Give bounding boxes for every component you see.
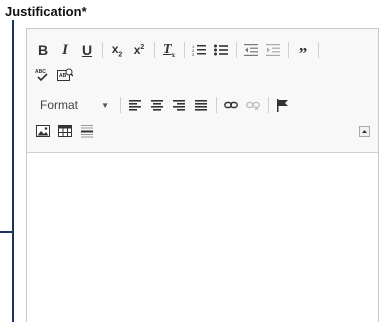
format-dropdown[interactable]: Format ▼ [33, 95, 113, 115]
bold-button[interactable]: B [33, 40, 53, 60]
numbered-list-button[interactable]: 1 2 3 [189, 40, 209, 60]
toolbar-row-format: Format ▼ [33, 95, 295, 115]
toolbar-separator [268, 97, 269, 113]
remove-format-button[interactable]: Tx [159, 40, 179, 60]
align-justify-icon [195, 99, 207, 111]
subscript-icon: x2 [111, 41, 123, 59]
rich-text-editor: B I U x2 x2 Tx 1 2 3 ” ABC AB Format ▼ [26, 28, 379, 322]
horizontal-rule-icon [81, 124, 93, 137]
link-icon [224, 101, 238, 109]
underline-icon: U [81, 42, 93, 58]
svg-text:ABC: ABC [35, 69, 46, 75]
editor-toolbar: B I U x2 x2 Tx 1 2 3 ” ABC AB Format ▼ [27, 29, 378, 153]
subscript-button[interactable]: x2 [107, 40, 127, 60]
unlink-button[interactable] [243, 95, 263, 115]
align-left-icon [129, 99, 141, 111]
superscript-button[interactable]: x2 [129, 40, 149, 60]
italic-icon: I [62, 41, 68, 58]
blockquote-icon: ” [298, 43, 308, 63]
italic-button[interactable]: I [55, 40, 75, 60]
field-indicator-tick [0, 231, 14, 233]
toolbar-separator [102, 42, 103, 58]
superscript-icon: x2 [133, 43, 145, 57]
decrease-indent-button[interactable] [241, 40, 261, 60]
spellcheck-button[interactable]: ABC [33, 65, 53, 85]
field-indicator-bar [12, 20, 14, 322]
field-label: Justification* [5, 4, 87, 19]
underline-button[interactable]: U [77, 40, 97, 60]
align-justify-button[interactable] [191, 95, 211, 115]
numbered-list-icon: 1 2 3 [192, 44, 206, 56]
toolbar-separator [184, 42, 185, 58]
image-button[interactable] [33, 121, 53, 141]
align-center-button[interactable] [147, 95, 167, 115]
increase-indent-button[interactable] [263, 40, 283, 60]
toolbar-separator [288, 42, 289, 58]
spellcheck-icon: ABC [35, 69, 48, 82]
toolbar-separator [318, 42, 319, 58]
bulleted-list-button[interactable] [211, 40, 231, 60]
flag-icon [277, 98, 288, 112]
decrease-indent-icon [244, 44, 258, 56]
spellcheck-as-you-type-icon: AB [57, 68, 73, 81]
align-right-icon [173, 99, 185, 111]
toolbar-row-insert [33, 121, 99, 141]
horizontal-rule-button[interactable] [77, 121, 97, 141]
align-center-icon [151, 99, 163, 111]
svg-text:AB: AB [59, 73, 67, 79]
toolbar-separator [236, 42, 237, 58]
format-dropdown-label: Format [40, 98, 79, 112]
blockquote-button[interactable]: ” [293, 40, 313, 63]
link-button[interactable] [221, 95, 241, 115]
toolbar-row-basic: B I U x2 x2 Tx 1 2 3 ” [33, 40, 323, 63]
chevron-down-icon: ▼ [101, 100, 109, 110]
editor-content-area[interactable] [27, 154, 378, 322]
toolbar-separator [216, 97, 217, 113]
svg-text:3: 3 [192, 52, 195, 56]
toolbar-separator [154, 42, 155, 58]
bulleted-list-icon [214, 44, 228, 56]
increase-indent-icon [266, 44, 280, 56]
image-icon [36, 125, 50, 137]
align-left-button[interactable] [125, 95, 145, 115]
align-right-button[interactable] [169, 95, 189, 115]
triangle-up-icon [362, 130, 367, 133]
bold-icon: B [37, 42, 49, 58]
toolbar-separator [120, 97, 121, 113]
toolbar-row-spelling: ABC AB [33, 65, 77, 85]
spellcheck-as-you-type-button[interactable]: AB [55, 65, 75, 85]
collapse-toolbar-button[interactable] [359, 126, 370, 137]
remove-format-icon: Tx [162, 41, 176, 59]
unlink-icon [246, 101, 260, 110]
anchor-button[interactable] [273, 95, 293, 115]
table-button[interactable] [55, 121, 75, 141]
table-icon [58, 125, 72, 137]
